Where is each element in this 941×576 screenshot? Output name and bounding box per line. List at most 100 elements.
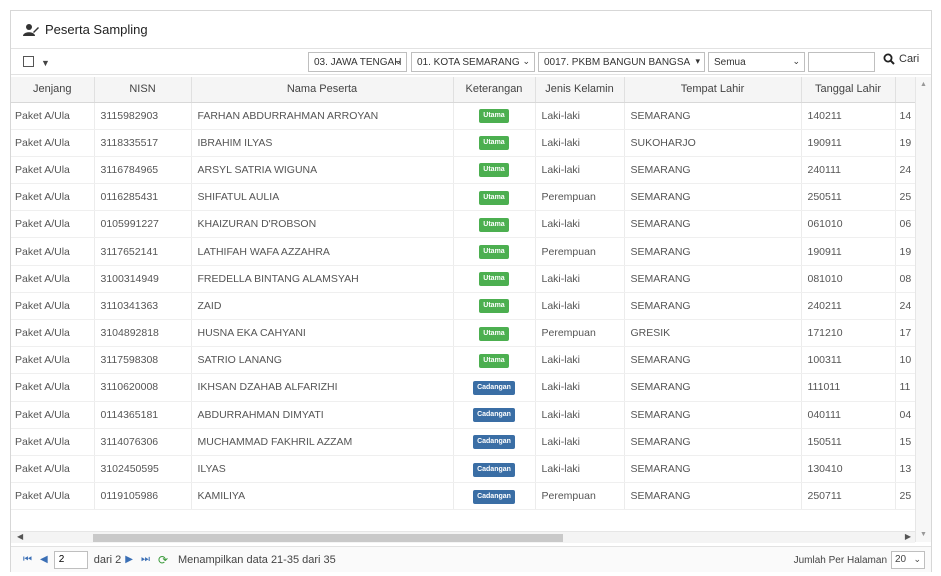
- cell-tempat-lahir: GRESIK: [624, 319, 802, 348]
- cell-nama: MUCHAMMAD FAKHRIL AZZAM: [191, 428, 454, 456]
- status-badge: Utama: [479, 163, 509, 178]
- cell-tanggal-lahir: 081010: [801, 265, 896, 293]
- table-row[interactable]: Paket A/Ula 0114365181 ABDURRAHMAN DIMYATI…: [11, 401, 931, 429]
- cell-nisn: 3100314949: [94, 265, 192, 293]
- cell-nisn: 3116784965: [94, 156, 192, 185]
- table-row[interactable]: Paket A/Ula 3118335517 IBRAHIM ILYAS Utama L…: [11, 129, 931, 157]
- prev-page-icon[interactable]: ◀: [40, 554, 48, 565]
- status-badge: Cadangan: [473, 435, 515, 450]
- search-input[interactable]: [808, 52, 875, 72]
- table-row[interactable]: Paket A/Ula 3110341363 ZAID Utama Laki-laki S…: [11, 292, 931, 321]
- per-page-value: 20: [895, 554, 907, 565]
- cell-tanggal-lahir: 100311: [801, 346, 896, 375]
- per-page-control: Jumlah Per Halaman 20 ⌄: [794, 551, 925, 569]
- table-row[interactable]: Paket A/Ula 0105991227 KHAIZURAN D'ROBSON U…: [11, 210, 931, 239]
- table-row[interactable]: Paket A/Ula 3100314949 FREDELLA BINTANG AL…: [11, 265, 931, 293]
- column-header-jenjang[interactable]: Jenjang: [11, 77, 95, 103]
- cell-tempat-lahir: SEMARANG: [624, 401, 802, 429]
- cell-nisn: 0105991227: [94, 210, 192, 239]
- pagination-info: Menampilkan data 21-35 dari 35: [178, 553, 336, 566]
- cell-tempat-lahir: SEMARANG: [624, 455, 802, 484]
- column-header-nisn[interactable]: NISN: [94, 77, 192, 103]
- cell-nisn: 3118335517: [94, 129, 192, 157]
- cell-tanggal-lahir: 150511: [801, 428, 896, 456]
- cell-nisn: 3102450595: [94, 455, 192, 484]
- status-badge: Utama: [479, 326, 509, 341]
- cell-tempat-lahir: SEMARANG: [624, 102, 802, 130]
- table-row[interactable]: Paket A/Ula 0119105986 KAMILIYA Cadangan Per…: [11, 482, 931, 511]
- scroll-down-icon[interactable]: ▼: [920, 531, 927, 538]
- table-row[interactable]: Paket A/Ula 3115982903 FARHAN ABDURRAHMAN …: [11, 102, 931, 130]
- cell-nisn: 3114076306: [94, 428, 192, 456]
- per-page-select[interactable]: 20 ⌄: [891, 551, 925, 569]
- status-value: Semua: [714, 57, 746, 68]
- first-page-icon[interactable]: ⏮: [23, 554, 32, 565]
- search-button[interactable]: Cari: [883, 53, 919, 65]
- select-all-checkbox[interactable]: [23, 56, 34, 67]
- status-badge: Cadangan: [473, 489, 515, 504]
- cell-jenis-kelamin: Perempuan: [535, 482, 625, 511]
- chevron-down-icon[interactable]: ▼: [41, 58, 50, 68]
- status-badge: Utama: [479, 217, 509, 232]
- cell-nama: ILYAS: [191, 455, 454, 484]
- status-select[interactable]: Semua ⌄: [708, 52, 805, 72]
- table-row[interactable]: Paket A/Ula 3110620008 IKHSAN DZAHAB ALFAR…: [11, 373, 931, 402]
- lembaga-select[interactable]: 0017. PKBM BANGUN BANGSA ▾: [538, 52, 705, 72]
- cell-jenis-kelamin: Perempuan: [535, 237, 625, 266]
- column-header-nama[interactable]: Nama Peserta: [191, 77, 454, 103]
- cell-tanggal-lahir: 140211: [801, 102, 896, 130]
- table-row[interactable]: Paket A/Ula 0116285431 SHIFATUL AULIA Utama…: [11, 183, 931, 212]
- cell-jenis-kelamin: Laki-laki: [535, 373, 625, 402]
- page-count-label: dari 2: [93, 553, 122, 566]
- column-header-jenis-kelamin[interactable]: Jenis Kelamin: [535, 77, 625, 103]
- column-header-keterangan[interactable]: Keterangan: [453, 77, 536, 103]
- cell-jenjang: Paket A/Ula: [11, 129, 95, 157]
- table-row[interactable]: Paket A/Ula 3116784965 ARSYL SATRIA WIGUNA…: [11, 156, 931, 185]
- cell-nisn: 0114365181: [94, 401, 192, 429]
- cell-tempat-lahir: SEMARANG: [624, 373, 802, 402]
- table-row[interactable]: Paket A/Ula 3117598308 SATRIO LANANG Utama L…: [11, 346, 931, 375]
- cell-tempat-lahir: SEMARANG: [624, 428, 802, 456]
- cell-tanggal-lahir: 240211: [801, 292, 896, 321]
- horizontal-scroll-thumb[interactable]: [93, 534, 563, 542]
- cell-jenjang: Paket A/Ula: [11, 265, 95, 293]
- scroll-left-icon[interactable]: ◀: [17, 532, 23, 541]
- cell-keterangan: Utama: [453, 156, 536, 185]
- vertical-scrollbar[interactable]: ▲ ▼: [915, 77, 931, 542]
- table-row[interactable]: Paket A/Ula 3102450595 ILYAS Cadangan Laki-l…: [11, 455, 931, 484]
- last-page-icon[interactable]: ⏭: [141, 554, 150, 565]
- scroll-right-icon[interactable]: ▶: [905, 532, 911, 541]
- table-body: Paket A/Ula 3115982903 FARHAN ABDURRAHMAN …: [11, 102, 931, 511]
- refresh-icon[interactable]: ⟳: [158, 553, 168, 567]
- cell-tanggal-lahir: 061010: [801, 210, 896, 239]
- cell-nisn: 0116285431: [94, 183, 192, 212]
- cell-jenjang: Paket A/Ula: [11, 346, 95, 375]
- page-number-input[interactable]: [53, 550, 88, 569]
- table-row[interactable]: Paket A/Ula 3114076306 MUCHAMMAD FAKHRIL A…: [11, 428, 931, 456]
- scroll-up-icon[interactable]: ▲: [920, 81, 927, 88]
- cell-jenis-kelamin: Laki-laki: [535, 346, 625, 375]
- cell-keterangan: Utama: [453, 319, 536, 348]
- column-header-tanggal-lahir[interactable]: Tanggal Lahir: [801, 77, 896, 103]
- cell-tempat-lahir: SEMARANG: [624, 237, 802, 266]
- cell-tanggal-lahir: 240111: [801, 156, 896, 185]
- search-icon: [883, 53, 895, 65]
- cell-keterangan: Utama: [453, 129, 536, 157]
- cell-nisn: 3115982903: [94, 102, 192, 130]
- cell-nama: KAMILIYA: [191, 482, 454, 511]
- cell-nama: SHIFATUL AULIA: [191, 183, 454, 212]
- provinsi-select[interactable]: 03. JAWA TENGAH ⌄: [308, 52, 407, 72]
- horizontal-scrollbar[interactable]: ◀ ▶: [11, 531, 915, 543]
- kota-select[interactable]: 01. KOTA SEMARANG ⌄: [411, 52, 535, 72]
- status-badge: Utama: [479, 190, 509, 205]
- panel-header: Peserta Sampling: [11, 11, 931, 49]
- table-row[interactable]: Paket A/Ula 3117652141 LATHIFAH WAFA AZZAH…: [11, 237, 931, 266]
- cell-tempat-lahir: SEMARANG: [624, 482, 802, 511]
- cell-nisn: 3117652141: [94, 237, 192, 266]
- next-page-icon[interactable]: ▶: [125, 554, 133, 565]
- table-row[interactable]: Paket A/Ula 3104892818 HUSNA EKA CAHYANI Ut…: [11, 319, 931, 348]
- cell-jenjang: Paket A/Ula: [11, 319, 95, 348]
- peserta-sampling-panel: Peserta Sampling ▼ 03. JAWA TENGAH ⌄ 01.…: [10, 10, 932, 572]
- cell-nama: KHAIZURAN D'ROBSON: [191, 210, 454, 239]
- column-header-tempat-lahir[interactable]: Tempat Lahir: [624, 77, 802, 103]
